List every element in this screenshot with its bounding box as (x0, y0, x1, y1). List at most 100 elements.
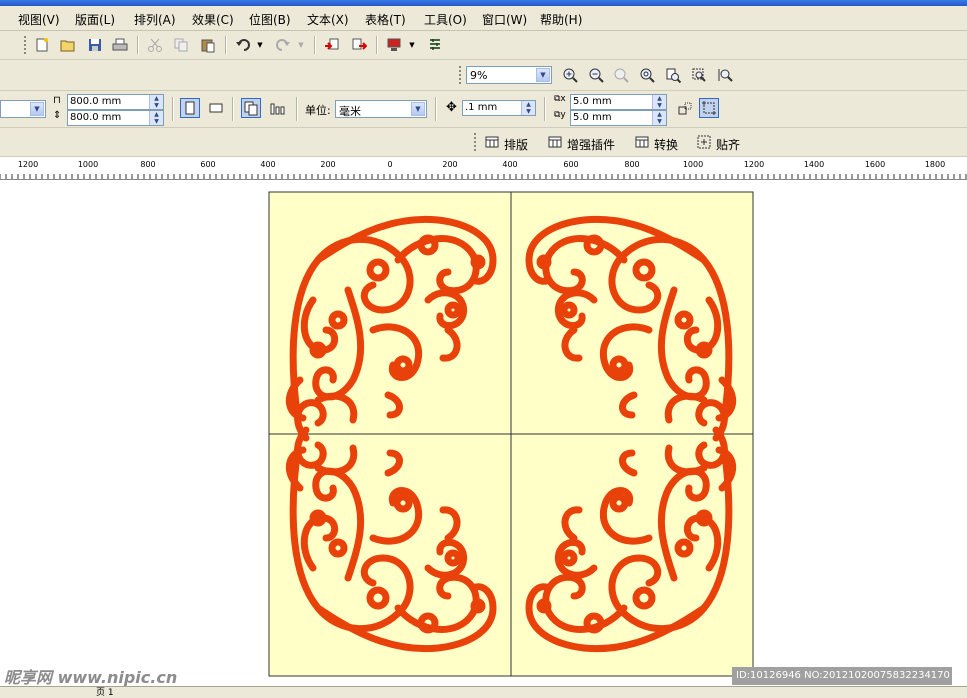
ruler-label: 0 (387, 160, 393, 169)
page-height-input[interactable]: 800.0 mm ▲ ▼ (67, 110, 164, 126)
duplicate-y-spinner[interactable]: ▲ ▼ (652, 111, 666, 125)
paper-type-select[interactable]: ▼ (0, 100, 46, 118)
options-icon[interactable] (425, 35, 445, 55)
standard-toolbar: ▼ ▼ ▼ (0, 31, 967, 60)
width-icon: ⊓ (53, 95, 61, 106)
zoom-level-value: 9% (470, 69, 488, 82)
application-launcher-icon[interactable] (384, 35, 404, 55)
zoom-page-icon[interactable] (663, 65, 683, 85)
ruler-label: 1600 (864, 160, 886, 169)
convert-button[interactable]: 转换 (654, 136, 678, 153)
print-icon[interactable] (110, 35, 130, 55)
duplicate-x-spinner[interactable]: ▲ ▼ (652, 95, 666, 109)
nudge-input[interactable]: .1 mm ▲ ▼ (462, 100, 536, 116)
treat-as-filled-icon[interactable] (675, 99, 695, 119)
ruler-label: 1800 (924, 160, 946, 169)
zoom-in-icon[interactable] (560, 65, 580, 85)
undo-dropdown-icon[interactable]: ▼ (255, 35, 265, 55)
horizontal-ruler[interactable]: 1200 1000 800 600 400 200 0 200 400 600 … (0, 157, 967, 180)
height-spinner[interactable]: ▲ ▼ (149, 111, 163, 125)
ruler-label: 400 (260, 160, 276, 169)
current-page-icon[interactable] (267, 98, 287, 118)
portrait-icon[interactable] (180, 98, 200, 118)
toolbar-separator (376, 36, 378, 54)
zoom-all-icon[interactable] (637, 65, 657, 85)
imposition-button[interactable]: 排版 (504, 136, 528, 153)
export-icon[interactable] (349, 35, 369, 55)
copy-icon[interactable] (171, 35, 191, 55)
site-watermark: 昵享网 www.nipic.cn (4, 668, 178, 687)
page-width-input[interactable]: 800.0 mm ▲ ▼ (67, 94, 164, 110)
redo-icon[interactable] (273, 35, 293, 55)
toolbar-separator (172, 97, 174, 121)
ruler-label: 1200 (17, 160, 39, 169)
ruler-label: 600 (200, 160, 216, 169)
menu-table[interactable]: 表格(T) (365, 11, 406, 28)
page-tab[interactable]: 页 1 (96, 685, 114, 698)
enhance-plugin-icon[interactable] (545, 132, 565, 152)
menu-effects[interactable]: 效果(C) (192, 11, 234, 28)
duplicate-y-value: 5.0 mm (573, 112, 612, 123)
drawing-canvas[interactable] (0, 180, 967, 686)
chevron-down-icon[interactable]: ▼ (411, 102, 425, 116)
zoom-out-icon[interactable] (586, 65, 606, 85)
save-icon[interactable] (85, 35, 105, 55)
ruler-label: 1200 (743, 160, 765, 169)
nudge-spinner[interactable]: ▲ ▼ (521, 101, 535, 115)
nudge-value: .1 mm (465, 102, 498, 113)
ruler-label: 800 (140, 160, 156, 169)
chevron-down-icon[interactable]: ▼ (30, 102, 44, 116)
zoom-selected-icon[interactable] (611, 65, 631, 85)
width-spinner[interactable]: ▲ ▼ (149, 95, 163, 109)
menu-window[interactable]: 窗口(W) (482, 11, 527, 28)
duplicate-x-input[interactable]: 5.0 mm ▲ ▼ (570, 94, 667, 110)
toolbar-separator (435, 97, 437, 121)
enhance-plugin-button[interactable]: 增强插件 (567, 136, 615, 153)
panel-grid (268, 191, 754, 677)
units-select[interactable]: 毫米 ▼ (335, 100, 427, 118)
import-icon[interactable] (322, 35, 342, 55)
ruler-label: 200 (442, 160, 458, 169)
cut-icon[interactable] (145, 35, 165, 55)
redo-dropdown-icon[interactable]: ▼ (296, 35, 306, 55)
toolbar-separator (137, 36, 139, 54)
launcher-dropdown-icon[interactable]: ▼ (407, 35, 417, 55)
zoom-level-select[interactable]: 9% ▼ (466, 66, 552, 84)
toolbar-separator (314, 36, 316, 54)
paste-icon[interactable] (198, 35, 218, 55)
snap-bounds-icon[interactable] (699, 98, 719, 118)
chevron-down-icon[interactable]: ▼ (536, 68, 550, 82)
landscape-icon[interactable] (206, 98, 226, 118)
toolbar-grip[interactable] (459, 66, 464, 84)
imposition-icon[interactable] (482, 132, 502, 152)
ruler-label: 200 (320, 160, 336, 169)
new-document-icon[interactable] (32, 35, 52, 55)
ruler-label: 800 (624, 160, 640, 169)
open-icon[interactable] (58, 35, 78, 55)
undo-icon[interactable] (233, 35, 253, 55)
plugin-toolbar: 排版 增强插件 转换 贴齐 (0, 128, 967, 157)
ruler-label: 400 (502, 160, 518, 169)
zoom-width-icon[interactable] (689, 65, 709, 85)
convert-icon[interactable] (632, 132, 652, 152)
all-pages-icon[interactable] (241, 98, 261, 118)
snap-button[interactable]: 贴齐 (716, 136, 740, 153)
ruler-label: 1000 (682, 160, 704, 169)
menu-help[interactable]: 帮助(H) (540, 11, 582, 28)
snap-icon[interactable] (694, 132, 714, 152)
toolbar-grip[interactable] (24, 36, 29, 54)
toolbar-grip[interactable] (474, 133, 479, 151)
menu-view[interactable]: 视图(V) (18, 11, 60, 28)
menu-text[interactable]: 文本(X) (307, 11, 349, 28)
menu-layout[interactable]: 版面(L) (75, 11, 115, 28)
property-bar: ▼ ⊓ 800.0 mm ▲ ▼ ⇕ 800.0 mm ▲ ▼ 单位: 毫米 ▼ ✥… (0, 91, 967, 128)
zoom-height-icon[interactable] (715, 65, 735, 85)
menu-bar: 视图(V) 版面(L) 排列(A) 效果(C) 位图(B) 文本(X) 表格(T… (0, 6, 967, 31)
toolbar-separator (232, 97, 234, 121)
nudge-icon: ✥ (446, 100, 457, 115)
menu-tools[interactable]: 工具(O) (424, 11, 467, 28)
menu-arrange[interactable]: 排列(A) (134, 11, 176, 28)
duplicate-y-input[interactable]: 5.0 mm ▲ ▼ (570, 110, 667, 126)
ornament-artwork[interactable] (0, 180, 967, 686)
menu-bitmaps[interactable]: 位图(B) (249, 11, 291, 28)
